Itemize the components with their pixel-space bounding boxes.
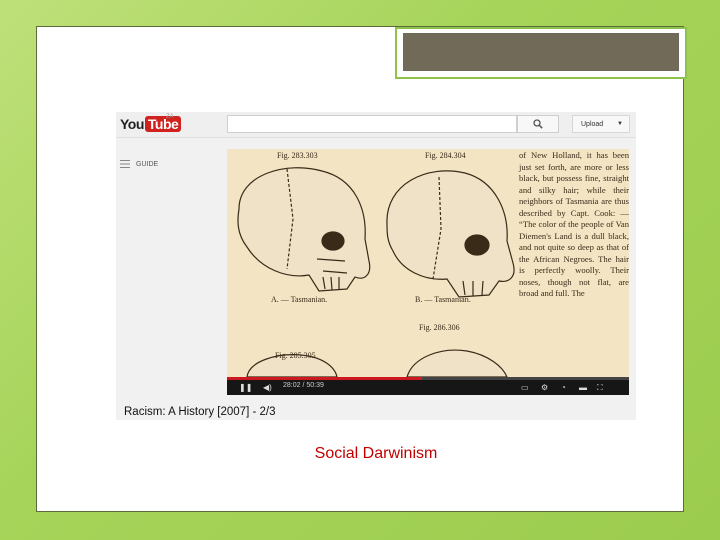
upload-label: Upload (581, 120, 604, 128)
menu-icon (120, 160, 130, 168)
guide-button[interactable]: GUIDE (120, 160, 158, 168)
book-page-text: of New Holland, it has been just set for… (519, 150, 629, 298)
region-label: ZA (166, 114, 174, 120)
fig-a-label: Fig. 283.303 (277, 151, 318, 160)
fig-d-label: Fig. 286.306 (419, 323, 460, 332)
guide-label: GUIDE (136, 160, 159, 168)
title-placeholder (395, 27, 687, 79)
gear-icon[interactable]: ⚙ (541, 383, 548, 392)
fig-c-label: Fig. 285.305 (275, 351, 316, 360)
chevron-down-icon: ▼ (617, 121, 623, 127)
duration: 50:39 (306, 382, 324, 389)
video-player[interactable]: Fig. 283.303 Fig. 284.304 A. — Tasmanian… (227, 149, 629, 395)
search-button[interactable] (517, 115, 559, 133)
caption-b: B. — Tasmanian. (415, 295, 471, 304)
theater-mode-icon[interactable]: ▬ (579, 383, 587, 392)
progress-fill (227, 377, 422, 380)
current-time: 28:02 (283, 382, 301, 389)
upload-button[interactable]: Upload ▼ (572, 115, 630, 133)
video-title[interactable]: Racism: A History [2007] - 2/3 (124, 406, 275, 418)
logo-you: You (120, 116, 144, 132)
slide-caption: Social Darwinism (314, 445, 438, 462)
search-icon (533, 119, 543, 129)
captions-icon[interactable]: ▭ (521, 383, 529, 392)
player-controls: ❚❚ ◀) 28:02 / 50:39 ▭ ⚙ ◔ ▬ ⛶ (227, 377, 629, 395)
fullscreen-icon[interactable]: ⛶ (597, 383, 603, 393)
youtube-header: You Tube ZA Upload ▼ (116, 112, 636, 138)
pause-icon[interactable]: ❚❚ (239, 383, 252, 392)
progress-bar[interactable] (227, 377, 629, 380)
caption-a: A. — Tasmanian. (271, 295, 328, 304)
youtube-screenshot: You Tube ZA Upload ▼ GUIDE Fig. 283.303 … (116, 112, 636, 420)
search-input[interactable] (227, 115, 517, 133)
fig-b-label: Fig. 284.304 (425, 151, 466, 160)
title-bar (403, 33, 679, 71)
watch-later-icon[interactable]: ◔ (561, 383, 566, 392)
volume-icon[interactable]: ◀) (263, 383, 272, 392)
time-display: 28:02 / 50:39 (283, 382, 324, 389)
logo-tube: Tube (144, 116, 182, 132)
